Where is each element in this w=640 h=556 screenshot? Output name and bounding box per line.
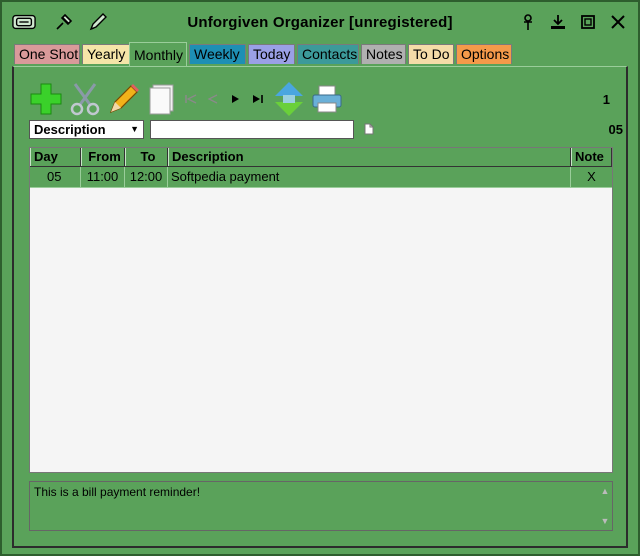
download-icon[interactable] (546, 11, 570, 33)
tab-today[interactable]: Today (248, 44, 295, 64)
cell-day: 05 (30, 167, 81, 187)
scroll-down-icon[interactable]: ▼ (601, 516, 610, 526)
blank-page-icon[interactable] (146, 81, 178, 117)
tab-notes[interactable]: Notes (361, 44, 406, 64)
tab-one-shot[interactable]: One Shot (14, 44, 80, 64)
tab-monthly[interactable]: Monthly (129, 42, 187, 66)
page-number: 1 (602, 92, 610, 107)
column-description[interactable]: Description (168, 148, 571, 166)
column-note[interactable]: Note (571, 148, 612, 166)
close-icon[interactable] (606, 11, 630, 33)
field-select[interactable]: Description ▼ (29, 120, 144, 139)
add-icon[interactable] (28, 81, 64, 117)
column-to[interactable]: To (125, 148, 168, 166)
table-header: Day From To Description Note (30, 148, 612, 167)
memo-text: This is a bill payment reminder! (34, 485, 201, 499)
note-memo[interactable]: This is a bill payment reminder! ▲ ▼ (29, 481, 613, 531)
cell-from: 11:00 (81, 167, 125, 187)
toolbar (28, 81, 608, 121)
filter-row: Description ▼ 05 (29, 120, 623, 140)
edit-pencil-icon[interactable] (106, 81, 142, 117)
app-window: Unforgiven Organizer [unregistered] One … (0, 0, 640, 556)
column-from[interactable]: From (81, 148, 125, 166)
push-pin-icon[interactable] (516, 11, 540, 33)
document-icon[interactable] (364, 122, 374, 140)
tab-weekly[interactable]: Weekly (189, 44, 246, 64)
record-count: 05 (608, 122, 623, 137)
window-title: Unforgiven Organizer [unregistered] (187, 14, 453, 31)
tab-options[interactable]: Options (456, 44, 512, 64)
print-icon[interactable] (310, 81, 344, 117)
last-icon[interactable] (248, 81, 268, 117)
cell-note: X (587, 169, 596, 184)
tab-contacts[interactable]: Contacts (297, 44, 359, 64)
chevron-down-icon: ▼ (130, 124, 139, 134)
tab-to-do[interactable]: To Do (408, 44, 454, 64)
column-day[interactable]: Day (30, 148, 81, 166)
memo-scrollbar[interactable]: ▲ ▼ (598, 482, 612, 530)
next-icon[interactable] (226, 81, 244, 117)
events-table: Day From To Description Note 05 11:00 12… (29, 147, 613, 473)
cell-description: Softpedia payment (168, 167, 571, 187)
cut-icon[interactable] (68, 81, 102, 117)
maximize-icon[interactable] (576, 11, 600, 33)
previous-icon[interactable] (204, 81, 222, 117)
sort-icon[interactable] (272, 81, 306, 117)
field-select-value: Description (34, 122, 106, 137)
tab-bar: One Shot Yearly Monthly Weekly Today Con… (12, 42, 632, 66)
monthly-panel: 1 Description ▼ 05 Day From To Descripti… (12, 66, 628, 548)
table-row[interactable]: 05 11:00 12:00 Softpedia payment X (30, 167, 612, 188)
first-icon[interactable] (182, 81, 200, 117)
title-bar: Unforgiven Organizer [unregistered] (2, 2, 638, 42)
search-input[interactable] (150, 120, 354, 139)
cell-to: 12:00 (125, 167, 168, 187)
scroll-up-icon[interactable]: ▲ (601, 486, 610, 496)
